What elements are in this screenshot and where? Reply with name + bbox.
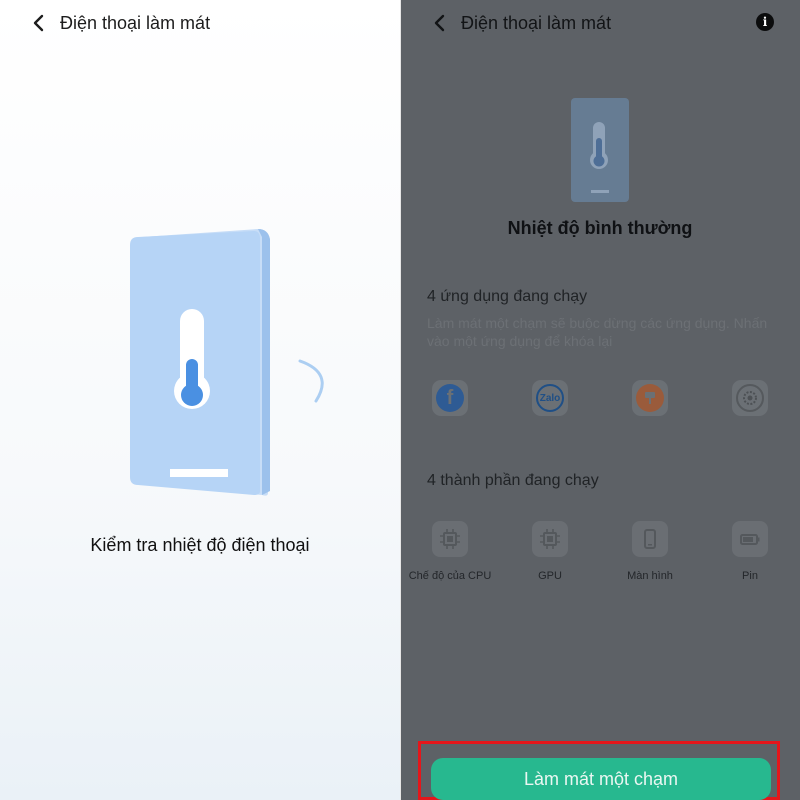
- screen-icon: [632, 521, 668, 557]
- header: Điện thoại làm mát: [0, 0, 400, 48]
- component-screen: Màn hình: [600, 521, 700, 582]
- zalo-icon[interactable]: Zalo: [532, 380, 568, 416]
- one-tap-cool-button[interactable]: Làm mát một chạm: [431, 758, 771, 800]
- apps-section-description: Làm mát một chạm sẽ buộc dừng các ứng dụ…: [427, 315, 768, 349]
- component-label: GPU: [538, 570, 562, 582]
- settings-app-icon[interactable]: [732, 380, 768, 416]
- back-button[interactable]: [26, 10, 52, 36]
- component-label: Chế độ của CPU: [408, 570, 492, 582]
- chevron-left-icon: [33, 14, 44, 32]
- component-battery: Pin: [700, 521, 800, 582]
- component-cpu: Chế độ của CPU: [400, 521, 500, 582]
- cpu-chip-icon: [432, 521, 468, 557]
- left-screen: Điện thoại làm mát Kiểm tra nhiệt độ điệ…: [0, 0, 400, 800]
- page-title: Điện thoại làm mát: [461, 13, 612, 33]
- gear-glyph: [736, 384, 764, 412]
- facebook-icon[interactable]: f: [432, 380, 468, 416]
- gpu-chip-icon: [532, 521, 568, 557]
- checking-text: Kiểm tra nhiệt độ điện thoại: [90, 535, 310, 555]
- back-button[interactable]: [427, 10, 453, 36]
- gear-icon: [743, 391, 757, 405]
- info-icon[interactable]: i: [756, 13, 774, 31]
- orange-app-icon[interactable]: [632, 380, 668, 416]
- running-components-list: Chế độ của CPU GPU Màn hình Pin: [400, 521, 800, 591]
- component-label: Pin: [742, 570, 758, 582]
- component-gpu: GPU: [500, 521, 600, 582]
- header: Điện thoại làm mát i: [401, 0, 800, 48]
- component-label: Màn hình: [627, 570, 673, 582]
- running-apps-list: f Zalo: [400, 380, 800, 418]
- brush-icon: [645, 392, 655, 404]
- battery-icon: [732, 521, 768, 557]
- phone-thermometer-small-illustration: [571, 98, 629, 202]
- page-title: Điện thoại làm mát: [60, 13, 211, 33]
- components-section-title: 4 thành phần đang chạy: [427, 472, 599, 489]
- phone-thermometer-illustration: [130, 229, 324, 496]
- apps-section-title: 4 ứng dụng đang chạy: [427, 288, 588, 305]
- zalo-glyph: Zalo: [536, 384, 564, 412]
- temperature-status: Nhiệt độ bình thường: [507, 218, 693, 238]
- chevron-left-icon: [434, 14, 445, 32]
- brush-glyph: [636, 384, 664, 412]
- facebook-glyph: f: [436, 384, 464, 412]
